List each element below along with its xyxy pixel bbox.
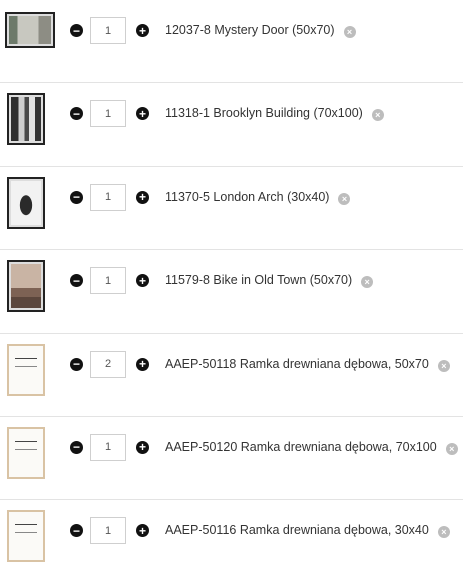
- cart-item: − + AAEP-50118 Ramka drewniana dębowa, 5…: [0, 334, 463, 417]
- product-name: AAEP-50116 Ramka drewniana dębowa, 30x40…: [165, 523, 450, 539]
- decrease-quantity-button[interactable]: −: [70, 524, 83, 538]
- product-thumbnail[interactable]: [7, 260, 45, 313]
- decrease-quantity-button[interactable]: −: [70, 107, 83, 121]
- remove-x-icon[interactable]: ×: [445, 442, 458, 455]
- quantity-input[interactable]: [90, 433, 126, 461]
- product-thumbnail[interactable]: [7, 426, 45, 479]
- product-thumbnail[interactable]: [7, 176, 45, 229]
- decrease-quantity-button[interactable]: −: [70, 440, 83, 454]
- decrease-quantity-button[interactable]: −: [70, 357, 83, 371]
- increase-quantity-button[interactable]: +: [136, 440, 149, 454]
- product-name: 12037-8 Mystery Door (50x70) ×: [165, 23, 356, 38]
- increase-quantity-button[interactable]: +: [136, 190, 149, 204]
- product-name: 11318-1 Brooklyn Building (70x100) ×: [165, 106, 384, 122]
- increase-quantity-button[interactable]: +: [136, 357, 149, 371]
- remove-x-icon[interactable]: ×: [338, 192, 351, 205]
- quantity-input[interactable]: [90, 183, 126, 211]
- decrease-quantity-button[interactable]: −: [70, 274, 83, 288]
- product-name: 11579-8 Bike in Old Town (50x70) ×: [165, 273, 374, 289]
- increase-quantity-button[interactable]: +: [136, 24, 149, 37]
- cart-item: − + 11370-5 London Arch (30x40) ×: [0, 167, 463, 251]
- quantity-input[interactable]: [90, 17, 126, 44]
- remove-x-icon[interactable]: ×: [437, 359, 450, 372]
- product-thumbnail[interactable]: [7, 510, 45, 563]
- cart-item: − + 12037-8 Mystery Door (50x70) ×: [0, 0, 463, 84]
- remove-x-icon[interactable]: ×: [371, 109, 384, 122]
- product-thumbnail[interactable]: [5, 12, 55, 48]
- product-thumbnail[interactable]: [7, 343, 45, 396]
- product-link[interactable]: 11318-1 Brooklyn Building (70x100): [165, 106, 363, 120]
- product-link[interactable]: 11579-8 Bike in Old Town (50x70): [165, 273, 352, 287]
- product-link[interactable]: AAEP-50116 Ramka drewniana dębowa, 30x40: [165, 523, 429, 537]
- cart-item: − + AAEP-50120 Ramka drewniana dębowa, 7…: [0, 417, 463, 501]
- cart-item: − + 11579-8 Bike in Old Town (50x70) ×: [0, 250, 463, 334]
- increase-quantity-button[interactable]: +: [136, 524, 149, 538]
- product-name: AAEP-50120 Ramka drewniana dębowa, 70x10…: [165, 440, 458, 455]
- product-name: 11370-5 London Arch (30x40) ×: [165, 190, 351, 205]
- product-link[interactable]: AAEP-50120 Ramka drewniana dębowa, 70x10…: [165, 440, 437, 454]
- cart-item: − + 11318-1 Brooklyn Building (70x100) ×: [0, 83, 463, 167]
- product-link[interactable]: AAEP-50118 Ramka drewniana dębowa, 50x70: [165, 357, 429, 371]
- product-name: AAEP-50118 Ramka drewniana dębowa, 50x70…: [165, 357, 450, 372]
- quantity-input[interactable]: [90, 267, 126, 295]
- increase-quantity-button[interactable]: +: [136, 274, 149, 288]
- cart-list: − + 12037-8 Mystery Door (50x70) × − + 11…: [0, 0, 463, 584]
- decrease-quantity-button[interactable]: −: [70, 24, 83, 37]
- cart-item: − + AAEP-50116 Ramka drewniana dębowa, 3…: [0, 500, 463, 583]
- remove-x-icon[interactable]: ×: [437, 526, 450, 539]
- decrease-quantity-button[interactable]: −: [70, 190, 83, 204]
- quantity-input[interactable]: [90, 100, 126, 128]
- product-link[interactable]: 12037-8 Mystery Door (50x70): [165, 23, 335, 37]
- product-link[interactable]: 11370-5 London Arch (30x40): [165, 190, 329, 204]
- quantity-input[interactable]: [90, 350, 126, 378]
- increase-quantity-button[interactable]: +: [136, 107, 149, 121]
- product-thumbnail[interactable]: [7, 93, 45, 146]
- remove-x-icon[interactable]: ×: [343, 26, 356, 38]
- remove-x-icon[interactable]: ×: [361, 276, 374, 289]
- quantity-input[interactable]: [90, 517, 126, 545]
